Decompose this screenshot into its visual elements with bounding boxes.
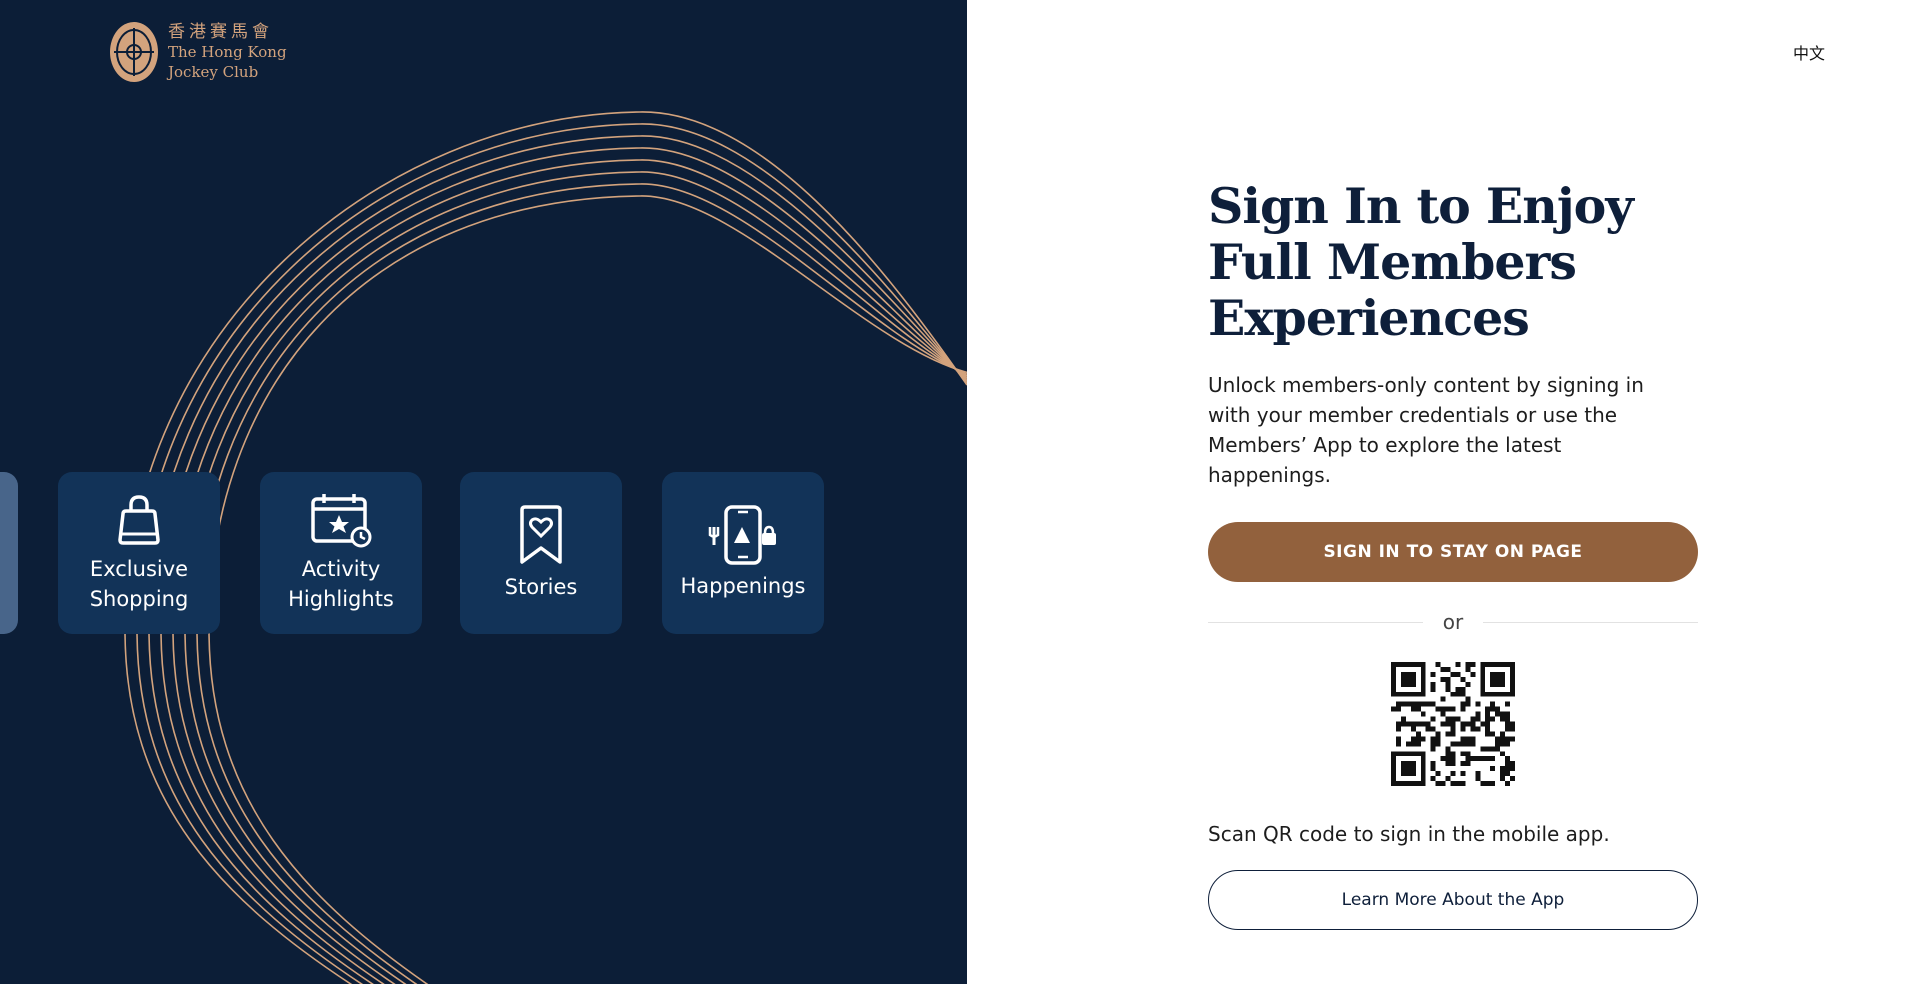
learn-more-app-button[interactable]: Learn More About the App (1208, 870, 1698, 930)
qr-caption: Scan QR code to sign in the mobile app. (1208, 822, 1610, 846)
feature-card-label: Exclusive Shopping (89, 557, 189, 611)
feature-card-happenings[interactable]: Happenings (662, 472, 824, 634)
divider-line-left (1208, 621, 1423, 623)
feature-card-label: Stories (504, 575, 578, 599)
sign-in-button[interactable]: SIGN IN TO STAY ON PAGE (1208, 522, 1698, 582)
brand-name-en-line2: Jockey Club (168, 63, 259, 81)
qr-code-icon (1391, 662, 1515, 786)
language-toggle[interactable]: 中文 (1793, 40, 1825, 64)
divider-line-right (1483, 621, 1698, 623)
signin-title: Sign In to Enjoy Full Members Experience… (1208, 177, 1634, 347)
or-divider: or (1208, 610, 1698, 634)
feature-card-label: Happenings (680, 574, 806, 598)
calendar-star-icon (311, 494, 372, 548)
phone-happenings-icon (708, 505, 776, 565)
shopping-bag-icon (118, 495, 160, 545)
brand-logo[interactable]: 香港賽馬會 The Hong Kong Jockey Club (108, 20, 287, 84)
brand-name-en-line1: The Hong Kong (168, 43, 287, 61)
feature-card-exclusive-shopping[interactable]: Exclusive Shopping (58, 472, 220, 634)
jockey-club-seal-icon (110, 22, 158, 82)
feature-card-label: Activity Highlights (288, 557, 394, 611)
feature-card-partial[interactable] (0, 472, 18, 634)
feature-card-activity-highlights[interactable]: Activity Highlights (260, 472, 422, 634)
feature-cards-carousel: Exclusive Shopping Activity Highlights S… (0, 472, 967, 634)
bookmark-heart-icon (520, 505, 562, 564)
signin-description: Unlock members-only content by signing i… (1208, 373, 1644, 487)
or-label: or (1442, 610, 1464, 634)
left-panel: 香港賽馬會 The Hong Kong Jockey Club Exclusiv… (0, 0, 967, 984)
signin-panel: Sign In to Enjoy Full Members Experience… (1208, 178, 1698, 930)
feature-card-stories[interactable]: Stories (460, 472, 622, 634)
brand-name-zh: 香港賽馬會 (168, 22, 273, 42)
